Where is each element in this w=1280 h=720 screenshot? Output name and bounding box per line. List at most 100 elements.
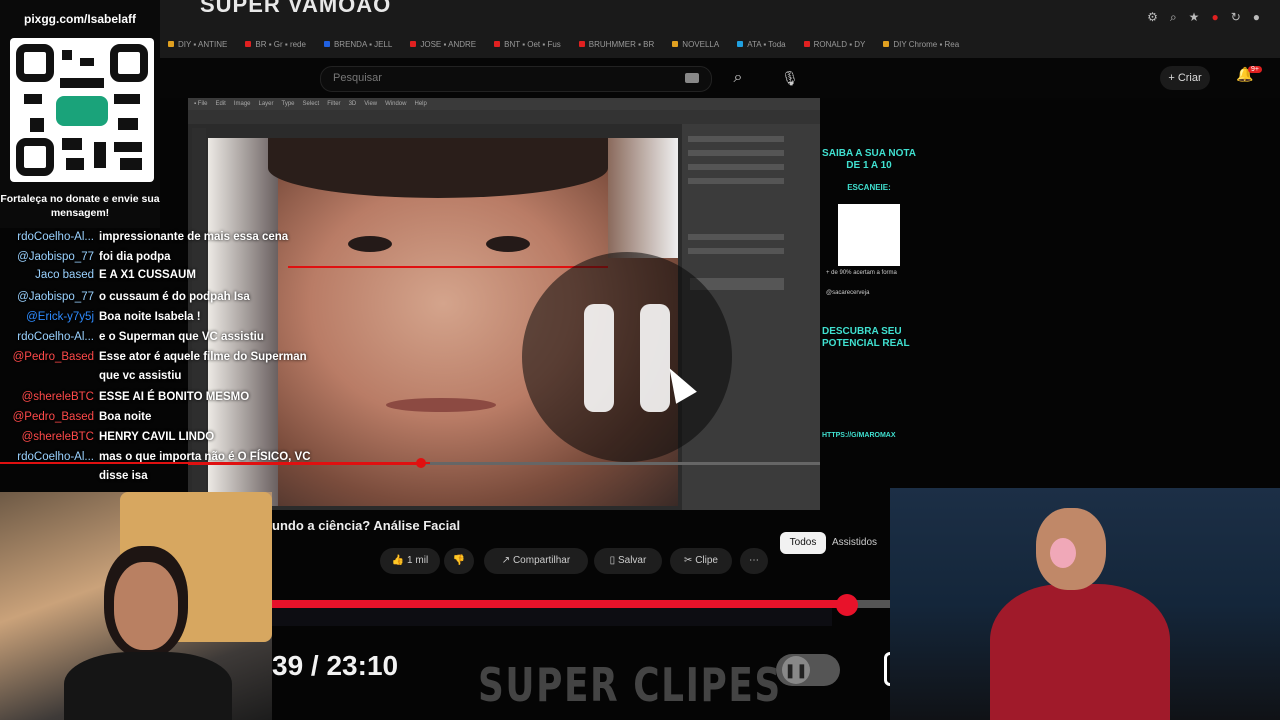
record-icon[interactable]: ●: [1211, 10, 1218, 25]
chat-text: Esse ator é aquele filme do Superman que…: [99, 351, 307, 382]
bookmark-label: BRUHMMER ▪ BR: [588, 39, 655, 49]
bookmark-favicon-icon: [323, 41, 330, 47]
bookmark-item[interactable]: JOSE ▪ ANDRE: [410, 40, 476, 49]
streamer-body: [64, 652, 232, 720]
webcam-streamer: [0, 492, 272, 720]
like-button[interactable]: 👍 1 mil: [380, 548, 440, 574]
chat-text: e o Superman que VC assistiu: [99, 331, 264, 343]
keyboard-icon[interactable]: [685, 73, 699, 83]
time-display: 39 / 23:10: [272, 650, 399, 681]
bookmark-item[interactable]: BRENDA ▪ JELL: [323, 39, 393, 49]
webcam-guest: [890, 488, 1280, 720]
chat-username: @Jaobispo_77: [17, 251, 94, 263]
extension-icon[interactable]: ⚙: [1147, 10, 1158, 25]
mic-icon[interactable]: 🎙: [774, 66, 806, 90]
create-label: Criar: [1177, 72, 1202, 84]
save-label: Salvar: [617, 555, 647, 566]
bookmark-favicon-icon: [494, 41, 501, 47]
chat-username: @shereleBTC: [21, 391, 94, 403]
hair: [268, 138, 608, 198]
bookmark-item[interactable]: BR ▪ Gr ▪ rede: [245, 40, 306, 49]
search-input[interactable]: Pesquisar: [320, 66, 712, 92]
chat-text: E A X1 CUSSAUM: [99, 269, 196, 281]
panel-row: [688, 150, 784, 156]
notification-badge: 9+: [1248, 66, 1262, 73]
qr-code-icon: [10, 38, 154, 182]
bookmark-label: BRENDA ▪ JELL: [333, 39, 393, 49]
bookmark-label: JOSE ▪ ANDRE: [420, 39, 477, 49]
bookmarks-bar: DIY ▪ ANTINE BR ▪ Gr ▪ rede BRENDA ▪ JELL J…: [160, 34, 1280, 54]
bookmark-favicon-icon: [672, 41, 679, 47]
share-button[interactable]: ↗ Compartilhar: [484, 548, 588, 574]
chat-text: ESSE AI É BONITO MESMO: [99, 391, 250, 403]
chat-username: rdoCoelho-Al...: [17, 231, 94, 243]
chat-username: @Pedro_Based: [12, 351, 94, 363]
left-eye: [348, 236, 392, 252]
ad-cta: DESCUBRA SEU POTENCIAL REAL: [822, 326, 910, 349]
reload-icon[interactable]: ↻: [1231, 10, 1241, 25]
bookmark-item[interactable]: BRUHMMER ▪ BR: [578, 39, 655, 49]
scissors-icon: ✂: [684, 555, 693, 566]
chat-username: rdoCoelho-Al...: [17, 331, 94, 343]
chat-username: @shereleBTC: [21, 431, 94, 443]
bookmark-label: RONALD ▪ DY: [813, 39, 866, 49]
more-button[interactable]: ⋯: [740, 548, 768, 574]
ad-scan-label: ESCANEIE:: [847, 183, 891, 192]
search-icon[interactable]: ⌕: [722, 66, 754, 90]
chat-text: o cussaum é do podpah Isa: [99, 291, 250, 303]
ad-handle: @sacarecerveja: [826, 290, 870, 296]
browser-toolbar-icons: ⚙ ⌕ ★ ● ↻ ●: [1147, 10, 1260, 25]
seek-handle[interactable]: [836, 594, 858, 616]
bookmark-item[interactable]: BNT ▪ Oet ▪ Fus: [494, 40, 561, 49]
star-icon[interactable]: ★: [1189, 10, 1200, 25]
panel-row: [688, 164, 784, 170]
qr-code-graphic: [16, 44, 148, 176]
bookmark-favicon-icon: [883, 41, 890, 47]
photoshop-menubar: ▪ File Edit Image Layer Type Select Filter 3D Vi…: [188, 98, 820, 110]
donation-message: Fortaleça no donate e envie sua mensagem…: [0, 193, 160, 219]
create-button[interactable]: + Criar: [1160, 66, 1210, 90]
pause-overlay[interactable]: [522, 252, 732, 462]
bookmark-item[interactable]: DIY ▪ ANTINE: [168, 40, 227, 49]
right-eye: [486, 236, 530, 252]
guide-line: [288, 266, 608, 268]
clip-button[interactable]: ✂ Clipe: [670, 548, 732, 574]
chat-divider: [0, 462, 430, 464]
chat-text: impressionante de mais essa cena: [99, 231, 289, 243]
chat-text: foi dia podpa: [99, 251, 171, 263]
bookmark-item[interactable]: ATA ▪ Toda: [737, 39, 786, 49]
bookmark-label: BR ▪ Gr ▪ rede: [255, 39, 306, 49]
brand-watermark: SUPER CLIPES: [478, 658, 782, 712]
bookmark-item[interactable]: NOVELLA: [672, 40, 719, 49]
pause-icon: [584, 304, 614, 412]
ad-site[interactable]: HTTPS://G/MAROMAX: [822, 430, 916, 442]
zoom-icon[interactable]: ⌕: [1170, 10, 1177, 25]
chat-username: @Pedro_Based: [12, 411, 94, 423]
bookmark-label: ATA ▪ Toda: [747, 39, 786, 49]
bookmark-favicon-icon: [803, 41, 810, 47]
bookmark-favicon-icon: [410, 41, 417, 47]
chat-text: HENRY CAVIL LINDO: [99, 431, 215, 443]
mouth: [386, 398, 496, 412]
streamer-face: [114, 562, 178, 650]
share-label: Compartilhar: [512, 555, 571, 566]
chip-all[interactable]: Todos: [780, 532, 826, 554]
photoshop-options-bar: [188, 110, 820, 124]
headphones-icon: [1050, 538, 1076, 568]
bookmark-item[interactable]: DIY Chrome ▪ Rea: [883, 40, 959, 49]
sidebar-ad[interactable]: SAIBA A SUA NOTA DE 1 A 10 ESCANEIE: + d…: [822, 140, 922, 460]
dislike-button[interactable]: 👎: [444, 548, 474, 574]
profile-icon[interactable]: ●: [1253, 10, 1260, 25]
bookmark-item[interactable]: RONALD ▪ DY: [803, 39, 866, 49]
browser-tab-title[interactable]: SUPER VAMOAO: [200, 0, 391, 18]
save-button[interactable]: ▯ Salvar: [594, 548, 662, 574]
bookmark-label: DIY Chrome ▪ Rea: [893, 39, 960, 49]
background-right: [608, 138, 678, 258]
panel-row: [688, 178, 784, 184]
video-title: undo a ciência? Análise Facial: [272, 518, 461, 533]
qr-code-icon[interactable]: [838, 204, 900, 266]
chip-watched[interactable]: Assistidos: [832, 532, 892, 554]
bookmark-favicon-icon: [578, 41, 585, 47]
chat-username: @Erick-y7y5j: [26, 311, 94, 323]
chat-username: Jaco based: [35, 269, 94, 281]
